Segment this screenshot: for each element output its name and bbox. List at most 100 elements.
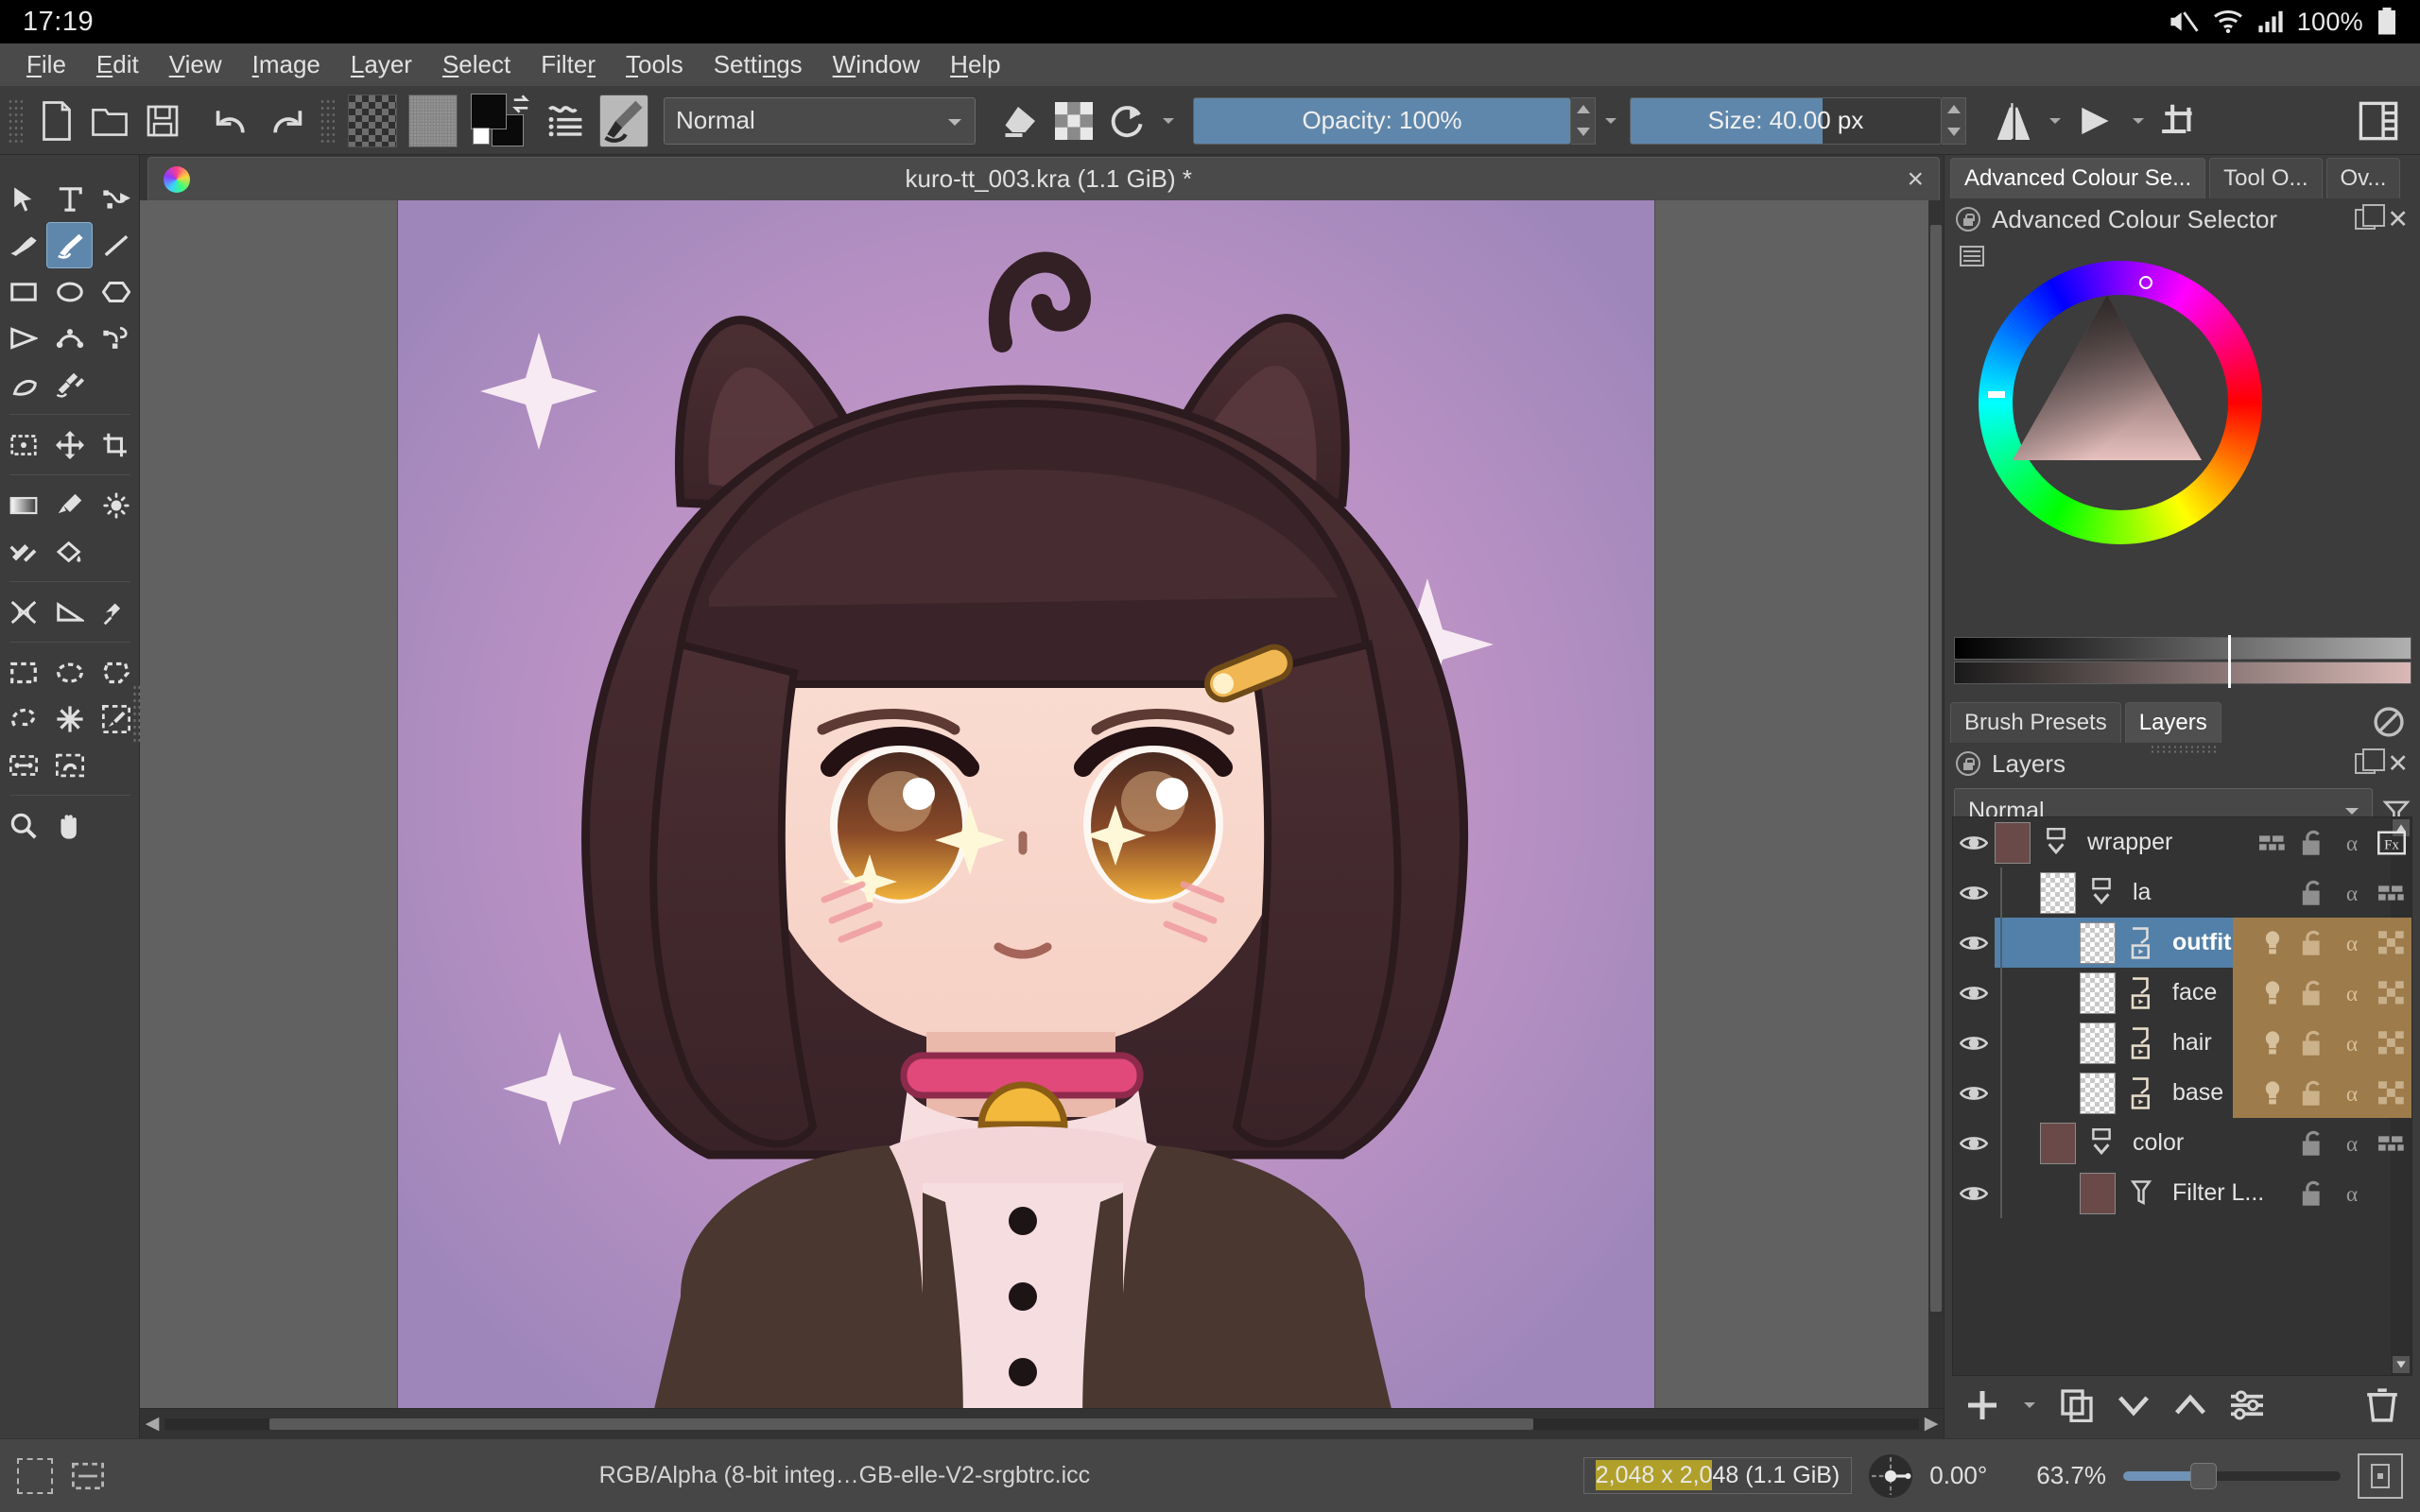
close-document-icon[interactable]: × — [1907, 165, 1924, 194]
selection-mask-toggle[interactable] — [17, 1458, 53, 1494]
tab-advanced-colour-selector[interactable]: Advanced Colour Se... — [1950, 158, 2205, 198]
redo-button[interactable] — [259, 94, 312, 147]
layer-thumbnail[interactable] — [2080, 1022, 2116, 1064]
bezier-curve-tool[interactable] — [46, 315, 93, 361]
menu-select[interactable]: Select — [427, 46, 526, 83]
layer-thumbnail[interactable] — [2080, 922, 2116, 964]
layer-properties-button[interactable] — [2222, 1382, 2272, 1429]
image-dimensions-label[interactable]: 2,048 x 2,048 (1.1 GiB) — [1583, 1457, 1853, 1494]
bezier-selection-tool[interactable] — [0, 742, 46, 788]
reset-colours-icon[interactable] — [473, 128, 490, 145]
inherit-alpha-icon[interactable] — [2253, 817, 2292, 868]
polyline-tool[interactable] — [0, 315, 46, 361]
alpha-icon[interactable]: α — [2332, 918, 2372, 968]
fill-tool[interactable] — [46, 528, 93, 575]
line-tool[interactable] — [93, 222, 139, 268]
pan-tool[interactable] — [46, 802, 93, 849]
tab-overview[interactable]: Ov... — [2326, 158, 2401, 198]
artwork-canvas[interactable] — [397, 200, 1654, 1408]
layer-name[interactable]: hair — [2161, 1029, 2253, 1057]
layer-list[interactable]: wrapper α Fx — [1952, 816, 2412, 1376]
value-bar-2[interactable] — [1954, 662, 2411, 684]
canvas-vertical-scrollbar[interactable] — [1928, 200, 1944, 1408]
zoom-tool[interactable] — [0, 802, 46, 849]
layer-row-filter[interactable]: Filter L... α — [1953, 1168, 2411, 1218]
float-layers-docker-icon[interactable] — [2355, 753, 2376, 774]
colour-sampler-tool[interactable] — [46, 482, 93, 528]
layer-thumbnail[interactable] — [2040, 872, 2076, 914]
move-layer-up-button[interactable] — [2166, 1382, 2215, 1429]
freehand-brush-tool[interactable] — [46, 222, 93, 268]
layer-name[interactable]: face — [2161, 979, 2253, 1006]
layer-visibility-toggle[interactable] — [1953, 1033, 1995, 1054]
layer-row-la[interactable]: la α — [1953, 868, 2411, 918]
bulb-icon[interactable] — [2253, 1018, 2292, 1068]
toolbar-drag-handle[interactable] — [8, 98, 23, 144]
brush-size-spinner[interactable] — [1942, 97, 1966, 145]
fit-page-button[interactable] — [2358, 1453, 2403, 1499]
layer-name[interactable]: wrapper — [2076, 829, 2253, 856]
transform-tool[interactable] — [0, 421, 46, 468]
reload-preset-button[interactable] — [1100, 94, 1153, 147]
toolbar-grip-2[interactable] — [320, 98, 335, 144]
magnetic-selection-tool[interactable] — [46, 742, 93, 788]
crop-tool[interactable] — [93, 421, 139, 468]
checker-icon[interactable] — [2372, 1068, 2411, 1118]
lock-icon[interactable] — [2292, 1168, 2332, 1218]
layer-row-outfit[interactable]: outfit α — [1953, 918, 2411, 968]
tab-layers[interactable]: Layers — [2125, 702, 2221, 743]
colour-selector-settings-icon[interactable] — [1960, 246, 1984, 266]
preserve-alpha-button[interactable] — [1047, 94, 1100, 147]
lock-icon[interactable] — [2292, 1018, 2332, 1068]
scroll-right-icon[interactable]: ▶ — [1919, 1413, 1944, 1435]
lock-layers-docker-icon[interactable] — [1956, 751, 1980, 776]
wrap-around-button[interactable] — [2153, 94, 2206, 147]
mirror-h-options-chevron-icon[interactable] — [2049, 118, 2061, 124]
move-tool[interactable] — [46, 421, 93, 468]
gradient-tool[interactable] — [0, 482, 46, 528]
layer-row-face[interactable]: face α — [1953, 968, 2411, 1018]
gradient-swatch[interactable] — [348, 94, 397, 147]
brush-size-slider[interactable]: Size: 40.00 px — [1630, 97, 1942, 145]
scroll-down-icon[interactable] — [2393, 1356, 2410, 1373]
duplicate-layer-button[interactable] — [2052, 1382, 2101, 1429]
layer-thumbnail[interactable] — [2080, 1073, 2116, 1114]
global-selection-toggle[interactable] — [70, 1458, 106, 1494]
eraser-mode-button[interactable] — [994, 94, 1047, 147]
inherit-alpha-icon[interactable] — [2372, 868, 2411, 918]
layer-visibility-toggle[interactable] — [1953, 883, 1995, 903]
new-document-button[interactable] — [30, 94, 83, 147]
lock-icon[interactable] — [2292, 918, 2332, 968]
delete-layer-button[interactable] — [2358, 1382, 2407, 1429]
layer-visibility-toggle[interactable] — [1953, 1133, 1995, 1154]
lock-icon[interactable] — [2292, 1068, 2332, 1118]
mirror-vertical-button[interactable] — [2070, 94, 2123, 147]
float-docker-icon[interactable] — [2355, 209, 2376, 230]
alpha-icon[interactable]: α — [2332, 968, 2372, 1018]
alpha-icon[interactable]: α — [2332, 1118, 2372, 1168]
chevron-down-icon[interactable] — [2345, 808, 2359, 815]
layer-row-hair[interactable]: hair α — [1953, 1018, 2411, 1068]
lock-icon[interactable] — [2292, 817, 2332, 868]
select-shapes-tool[interactable] — [0, 176, 46, 222]
current-brush-preset-button[interactable] — [599, 94, 648, 147]
fx-icon[interactable]: Fx — [2372, 817, 2411, 868]
alpha-icon[interactable]: α — [2332, 1018, 2372, 1068]
close-docker-icon[interactable]: ✕ — [2387, 207, 2409, 232]
menu-image[interactable]: Image — [237, 46, 336, 83]
group-collapse-icon[interactable] — [2036, 828, 2076, 858]
inherit-alpha-icon[interactable] — [2372, 1118, 2411, 1168]
add-layer-button[interactable] — [1958, 1382, 2007, 1429]
group-collapse-icon[interactable] — [2082, 878, 2121, 908]
tab-brush-presets[interactable]: Brush Presets — [1950, 702, 2121, 743]
filter-layer-icon[interactable] — [2121, 1179, 2161, 1208]
alpha-icon[interactable]: α — [2332, 1068, 2372, 1118]
move-layer-down-button[interactable] — [2109, 1382, 2158, 1429]
hue-marker[interactable] — [2139, 276, 2152, 289]
text-tool[interactable] — [46, 176, 93, 222]
layer-visibility-toggle[interactable] — [1953, 1083, 1995, 1104]
layer-row-color[interactable]: color α — [1953, 1118, 2411, 1168]
alpha-icon[interactable]: α — [2332, 1168, 2372, 1218]
canvas-rotation-widget[interactable] — [1869, 1454, 1912, 1498]
layer-visibility-toggle[interactable] — [1953, 933, 1995, 954]
